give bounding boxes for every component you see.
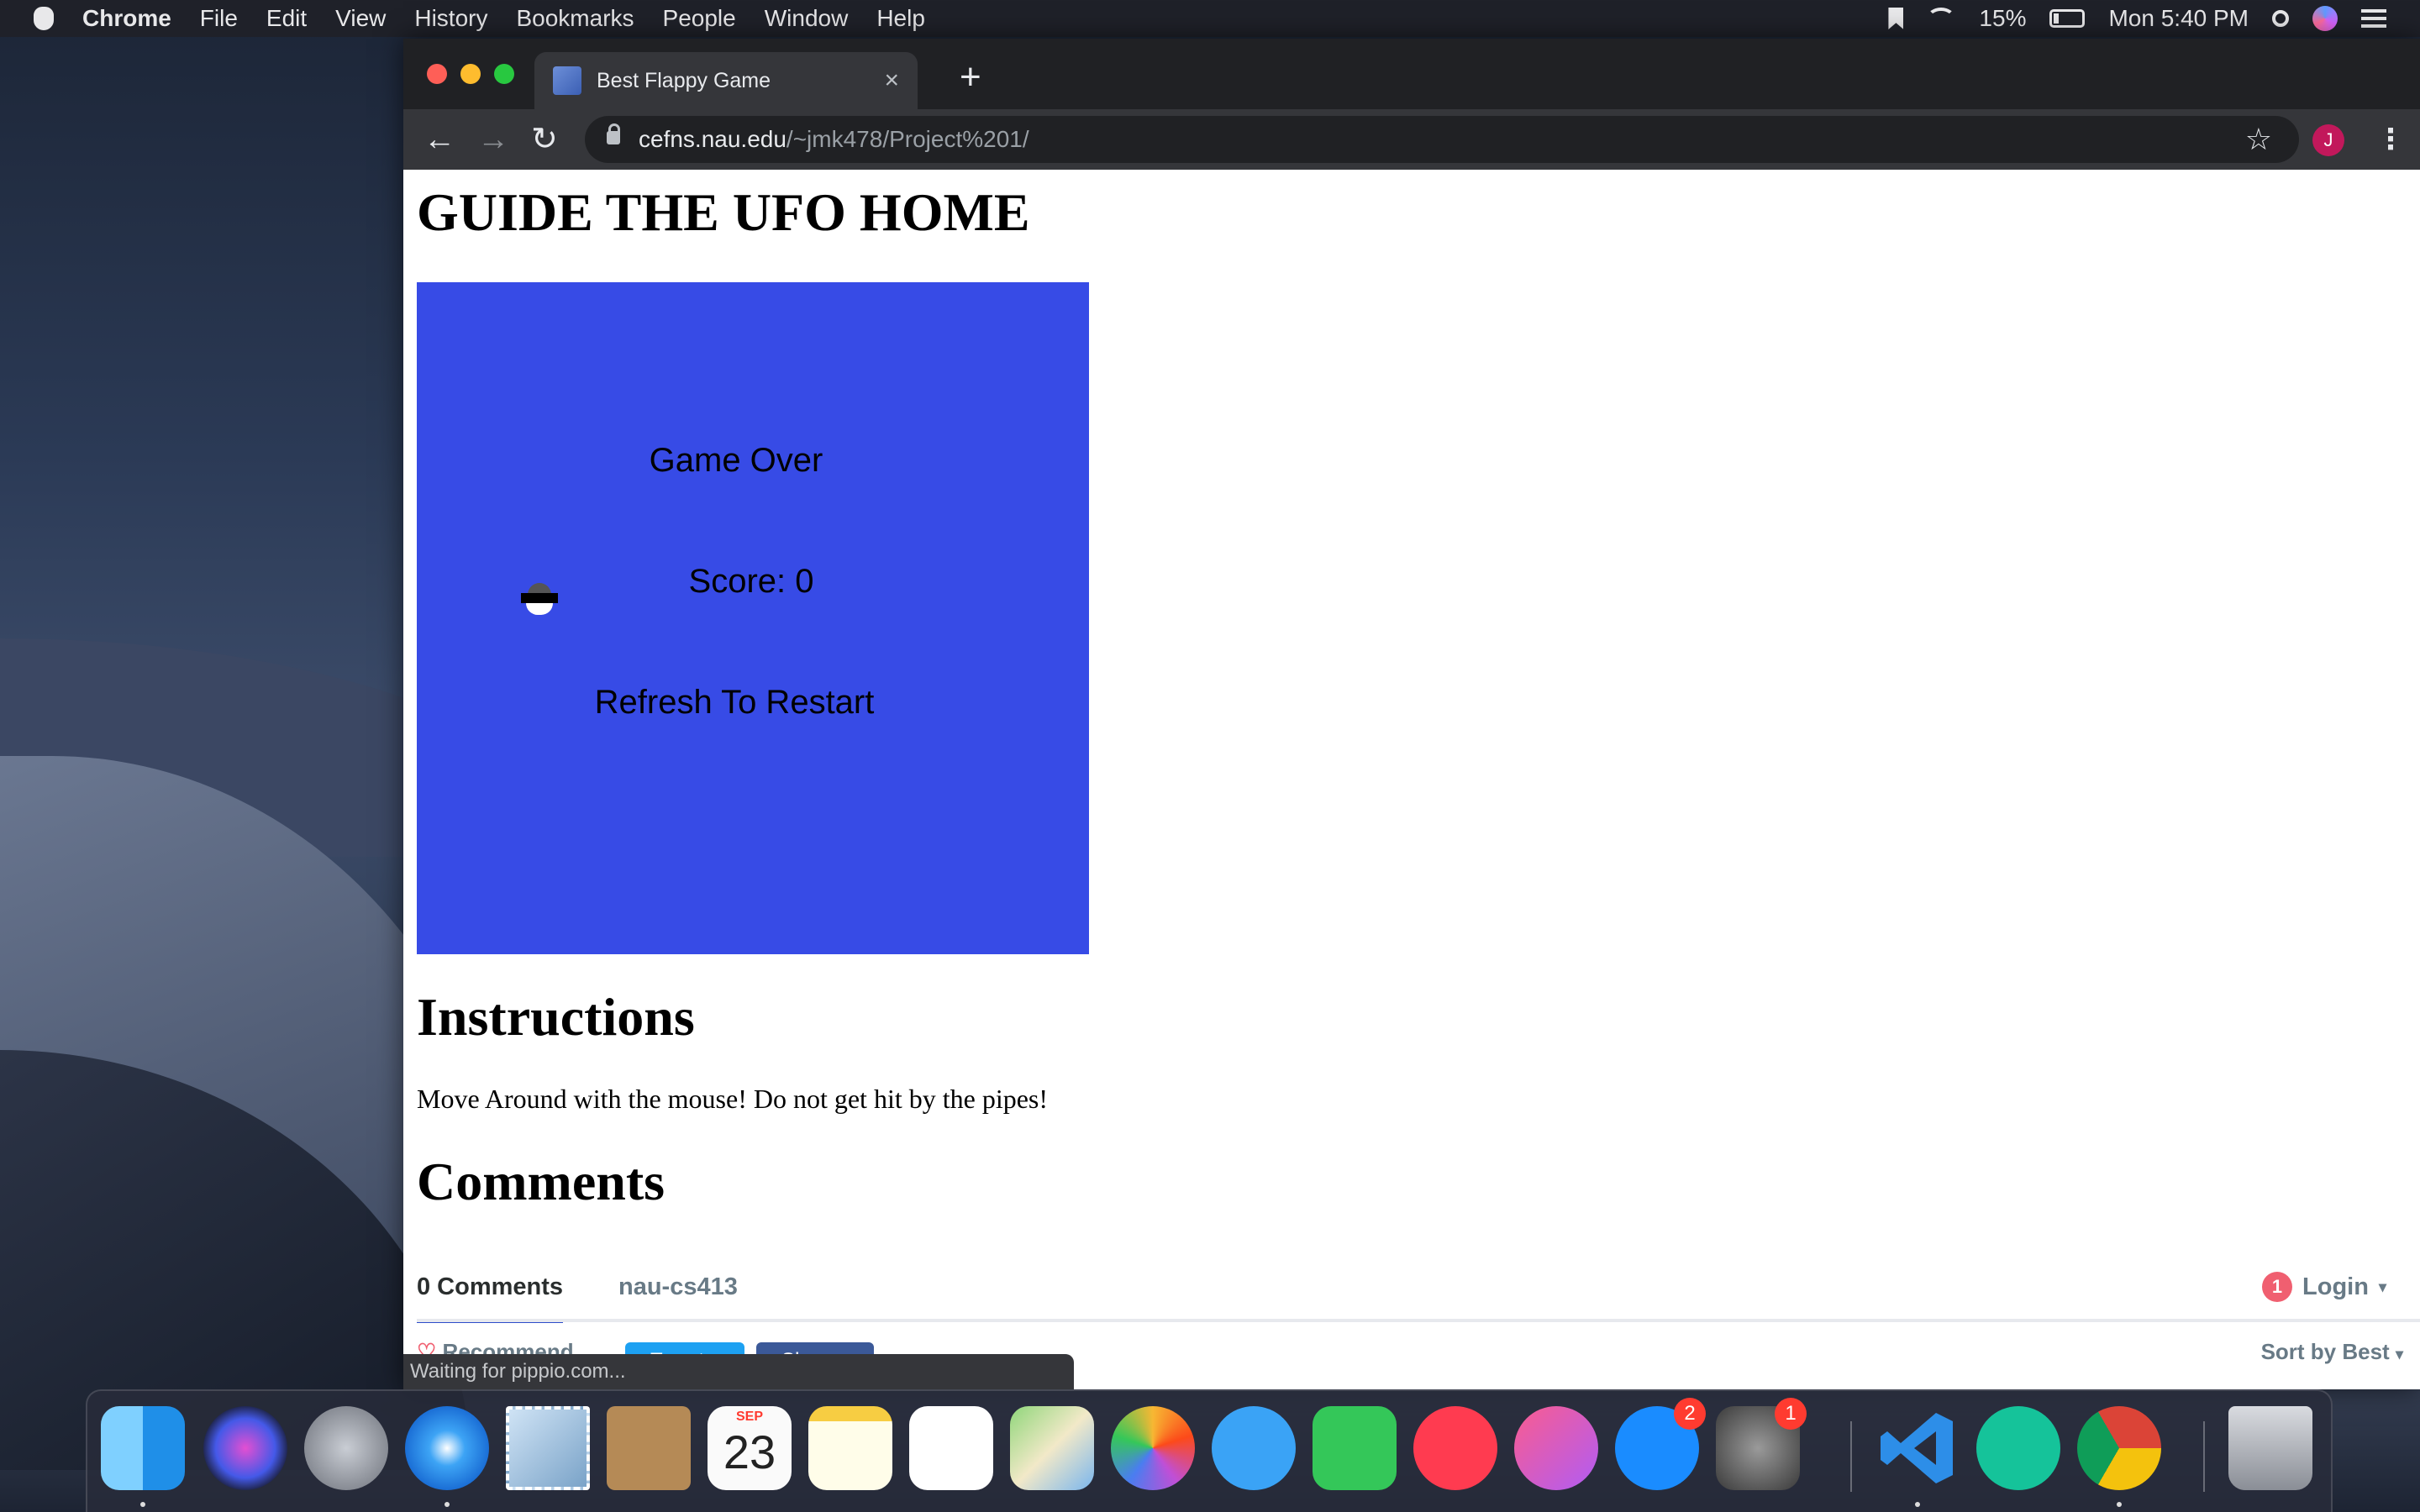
zoom-window-button[interactable] [494,64,514,84]
sort-label: Sort by Best [2260,1339,2390,1364]
launchpad-icon[interactable] [304,1406,388,1490]
tab-favicon-icon [553,66,581,95]
calendar-icon[interactable]: SEP 23 [708,1406,792,1490]
ufo-sprite [521,583,558,617]
wifi-icon[interactable] [1927,8,1956,29]
tab-close-icon[interactable]: × [884,68,899,93]
messages-icon[interactable] [1212,1406,1296,1490]
browser-toolbar: ← → ↻ cefns.nau.edu/~jmk478/Project%201/… [403,109,2420,170]
url-path: /~jmk478/Project%201/ [786,126,1029,152]
trash-icon[interactable] [2228,1406,2312,1490]
spotlight-search-icon[interactable] [2272,10,2289,27]
profile-avatar[interactable]: J [2312,124,2344,156]
calendar-month: SEP [735,1410,763,1424]
browser-window: Best Flappy Game × + ← → ↻ cefns.nau.edu… [403,39,2420,1389]
dock: SEP 23 2 1 [86,1389,2333,1512]
tab-comments[interactable]: 0 Comments [417,1273,564,1323]
running-indicator [445,1502,450,1507]
chevron-down-icon: ▾ [2378,1278,2386,1295]
menu-view[interactable]: View [335,5,386,32]
battery-percent: 15% [1979,5,2027,31]
running-indicator [140,1502,145,1507]
vscode-icon[interactable] [1876,1406,1960,1490]
lock-icon[interactable] [607,123,620,144]
siri-dock-icon[interactable] [203,1406,287,1490]
restart-text: Refresh To Restart [594,684,875,721]
contacts-icon[interactable] [607,1406,691,1490]
bookmark-icon[interactable] [1888,8,1904,29]
apple-icon[interactable] [34,7,54,30]
url-host: cefns.nau.edu [639,126,786,152]
score-text: Score: 0 [688,563,814,600]
forward-arrow-icon[interactable]: → [477,121,509,158]
notes-icon[interactable] [808,1406,892,1490]
reminders-icon[interactable] [909,1406,993,1490]
reload-icon[interactable]: ↻ [531,121,558,158]
notification-badge: 1 [2262,1272,2293,1302]
sort-dropdown[interactable]: Sort by Best ▾ [2261,1339,2403,1365]
minimize-window-button[interactable] [460,64,481,84]
menu-window[interactable]: Window [765,5,849,32]
mail-stamp-icon[interactable] [506,1406,590,1490]
app-store-badge: 2 [1674,1398,1706,1430]
system-preferences-badge: 1 [1775,1398,1807,1430]
menu-bar: Chrome File Edit View History Bookmarks … [0,0,2420,37]
menu-file[interactable]: File [200,5,238,32]
page-title: GUIDE THE UFO HOME [417,182,1030,242]
tab-forum[interactable]: nau-cs413 [618,1273,738,1301]
menu-people[interactable]: People [663,5,736,32]
notification-center-icon[interactable] [2361,9,2386,28]
grammarly-icon[interactable] [1976,1406,2060,1490]
siri-icon[interactable] [2312,6,2338,31]
menu-history[interactable]: History [414,5,487,32]
maps-icon[interactable] [1010,1406,1094,1490]
chevron-down-icon: ▾ [2395,1346,2403,1362]
menu-clock[interactable]: Mon 5:40 PM [2108,5,2249,32]
tab-strip: Best Flappy Game × + [403,39,2420,109]
instructions-heading: Instructions [417,987,695,1047]
address-bar[interactable]: cefns.nau.edu/~jmk478/Project%201/ ☆ [585,116,2299,163]
tab-active[interactable]: Best Flappy Game × [534,52,918,109]
app-store-icon[interactable]: 2 [1615,1398,1706,1490]
login-label: Login [2302,1273,2369,1300]
url-text[interactable]: cefns.nau.edu/~jmk478/Project%201/ [639,126,1029,153]
status-bubble: Waiting for pippio.com... [403,1354,1074,1389]
itunes-icon[interactable] [1514,1406,1598,1490]
back-arrow-icon[interactable]: ← [424,121,455,158]
running-indicator [1915,1502,1920,1507]
menu-edit[interactable]: Edit [266,5,307,32]
running-indicator [2117,1502,2122,1507]
page-content: GUIDE THE UFO HOME Game Over Score: 0 Re… [403,170,2420,1389]
tabs-divider [417,1319,2420,1322]
finder-icon[interactable] [101,1406,185,1490]
safari-icon[interactable] [405,1406,489,1490]
system-preferences-icon[interactable]: 1 [1716,1398,1807,1490]
photos-icon[interactable] [1111,1406,1195,1490]
tab-title: Best Flappy Game [597,68,771,92]
battery-icon[interactable] [2049,9,2086,28]
close-window-button[interactable] [427,64,447,84]
game-over-text: Game Over [649,442,823,479]
game-canvas[interactable]: Game Over Score: 0 Refresh To Restart [417,282,1089,954]
facetime-icon[interactable] [1313,1406,1397,1490]
bookmark-star-icon[interactable]: ☆ [2245,123,2272,156]
chrome-icon[interactable] [2077,1406,2161,1490]
dock-divider [1850,1421,1852,1492]
new-tab-button[interactable]: + [960,59,981,96]
menu-help[interactable]: Help [876,5,925,32]
news-icon[interactable] [1413,1406,1497,1490]
menu-app-name[interactable]: Chrome [82,5,171,32]
dock-divider [2203,1421,2205,1492]
login-menu[interactable]: 1 Login ▾ [2262,1272,2386,1302]
browser-menu-icon[interactable]: ⋮ [2376,121,2405,158]
menu-bookmarks[interactable]: Bookmarks [516,5,634,32]
comments-heading: Comments [417,1152,666,1211]
calendar-day: 23 [723,1425,776,1478]
instructions-text: Move Around with the mouse! Do not get h… [417,1084,1049,1114]
